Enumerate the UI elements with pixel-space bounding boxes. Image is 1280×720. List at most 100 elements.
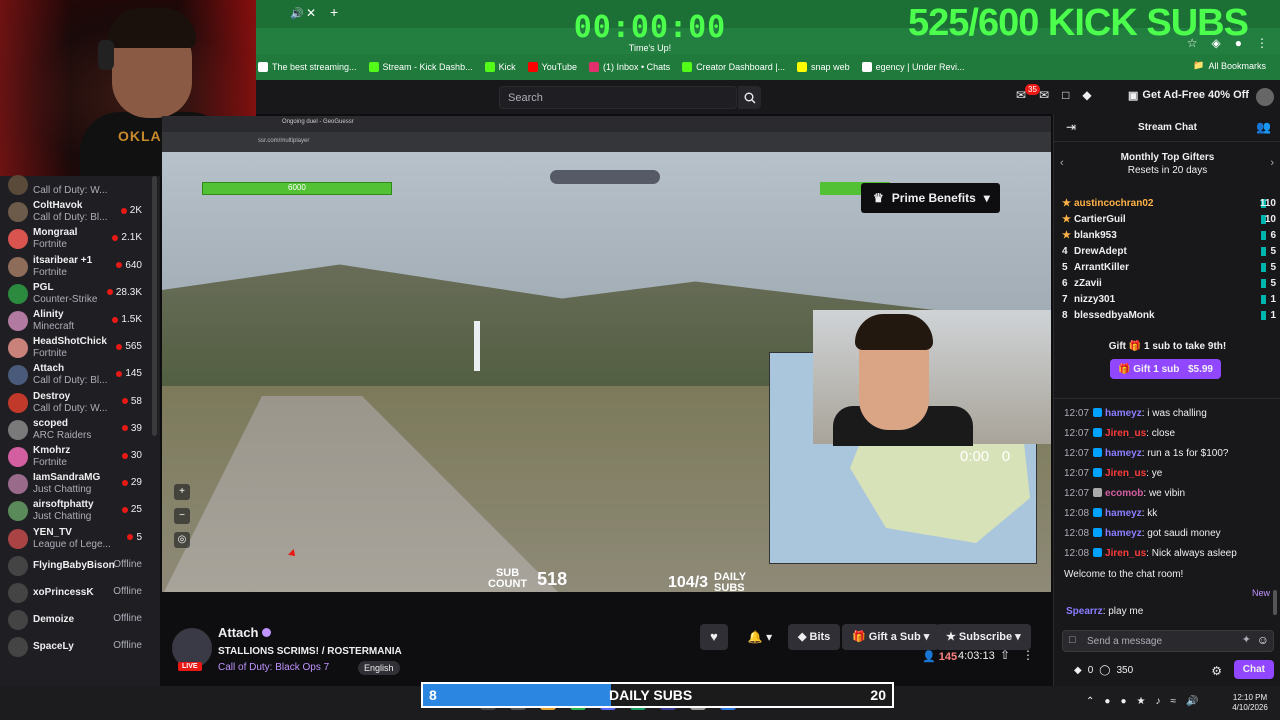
sidebar-channel[interactable]: Mongraal Fortnite 2.1K bbox=[0, 224, 160, 254]
mail-icon[interactable]: ✉ bbox=[1039, 88, 1049, 102]
gifter-row[interactable]: 4 DrewAdept 5 bbox=[1062, 244, 1276, 260]
chat-username[interactable]: hameyz bbox=[1105, 408, 1142, 419]
menu-icon[interactable]: ⋮ bbox=[1256, 36, 1268, 50]
sidebar-channel[interactable]: Alinity Minecraft 1.5K bbox=[0, 306, 160, 336]
sidebar-channel[interactable]: HeadShotChick Fortnite 565 bbox=[0, 333, 160, 363]
captured-url: ssr.com/multiplayer bbox=[258, 138, 310, 144]
new-messages-marker[interactable]: New bbox=[1252, 588, 1270, 598]
channel-points[interactable]: ◆ 0 ◯ 350 bbox=[1074, 665, 1133, 676]
bookmark-3[interactable]: YouTube bbox=[527, 62, 577, 72]
gifter-row[interactable]: ★ blank953 6 bbox=[1062, 228, 1276, 244]
chat-username[interactable]: Jiren_us bbox=[1105, 548, 1146, 559]
chat-username[interactable]: ecomob bbox=[1105, 488, 1143, 499]
sidebar-channel[interactable]: airsoftphatty Just Chatting 25 bbox=[0, 496, 160, 526]
bookmark-7[interactable]: egency | Under Revi... bbox=[861, 62, 964, 72]
adfree-button[interactable]: ▣ Get Ad-Free 40% Off bbox=[1128, 89, 1249, 102]
bookmark-0[interactable]: The best streaming... bbox=[258, 62, 357, 72]
community-icon[interactable]: 👥 bbox=[1256, 120, 1271, 134]
share-icon[interactable]: ⇧ bbox=[1000, 648, 1010, 662]
subscribe-button[interactable]: ★ Subscribe ▾ bbox=[936, 624, 1031, 650]
all-bookmarks[interactable]: 📁 All Bookmarks bbox=[1193, 60, 1266, 71]
sidebar-channel[interactable]: itsaribear +1 Fortnite 640 bbox=[0, 252, 160, 282]
star-icon[interactable]: ☆ bbox=[1187, 36, 1198, 50]
sub-count-label: SUB COUNT bbox=[488, 568, 527, 590]
chat-panel: ⇥ Stream Chat 👥 ‹ Monthly Top Gifters Re… bbox=[1053, 114, 1280, 686]
tray-expand-icon[interactable]: ⌃ bbox=[1086, 696, 1094, 707]
tab-mute-icon[interactable]: 🔊 bbox=[290, 7, 304, 20]
chat-settings-icon[interactable]: ⚙ bbox=[1211, 664, 1222, 678]
tab-close-icon[interactable]: ✕ bbox=[306, 6, 316, 20]
sidebar-channel[interactable]: IamSandraMG Just Chatting 29 bbox=[0, 469, 160, 499]
bookmark-5[interactable]: Creator Dashboard |... bbox=[682, 62, 785, 72]
chat-username[interactable]: Spearrz bbox=[1066, 606, 1103, 617]
system-clock[interactable]: 12:10 PM 4/10/2026 bbox=[1226, 693, 1274, 713]
map-timer-count: 0 bbox=[1001, 448, 1011, 465]
search-input[interactable]: Search bbox=[499, 86, 737, 109]
chat-username[interactable]: hameyz bbox=[1105, 528, 1142, 539]
magic-wand-icon[interactable]: ✦ bbox=[1242, 633, 1251, 646]
chat-username[interactable]: Jiren_us bbox=[1105, 428, 1146, 439]
sidebar-channel[interactable]: xoPrincessK Offline bbox=[0, 578, 160, 608]
follow-heart-icon[interactable]: ♥ bbox=[700, 624, 728, 650]
chat-input[interactable]: □ Send a message ✦ ☺ bbox=[1062, 630, 1274, 652]
offline-status: Offline bbox=[113, 640, 142, 651]
gifter-row[interactable]: ★ CartierGuil 10 bbox=[1062, 212, 1276, 228]
bookmark-6[interactable]: snap web bbox=[797, 62, 850, 72]
sidebar-channel[interactable]: ColtHavok Call of Duty: Bl... 2K bbox=[0, 197, 160, 227]
bits-icon[interactable]: ◆ bbox=[1082, 88, 1091, 102]
gift-one-sub-button[interactable]: 🎁 Gift 1 sub $5.99 bbox=[1110, 359, 1221, 379]
search-button[interactable] bbox=[738, 86, 761, 109]
sidebar-channel[interactable]: PGL Counter-Strike 28.3K bbox=[0, 279, 160, 309]
tray-app-icon[interactable]: ● bbox=[1120, 696, 1126, 707]
gift-price: $5.99 bbox=[1187, 363, 1213, 375]
notifications-bell-icon[interactable]: 🔔 ▾ bbox=[740, 624, 780, 650]
gift-sub-button[interactable]: 🎁 Gift a Sub ▾ bbox=[842, 624, 940, 650]
channel-avatar bbox=[8, 365, 28, 386]
mic-icon[interactable]: ♪ bbox=[1155, 696, 1160, 707]
bookmark-4[interactable]: (1) Inbox • Chats bbox=[588, 62, 670, 72]
sidebar-channel[interactable]: scoped ARC Raiders 39 bbox=[0, 415, 160, 445]
sidebar-scrollbar[interactable] bbox=[152, 176, 157, 436]
sidebar-channel[interactable]: Demoize Offline bbox=[0, 605, 160, 635]
extension-icon[interactable]: ◈ bbox=[1212, 36, 1221, 50]
chat-username[interactable]: hameyz bbox=[1105, 448, 1142, 459]
gifter-row[interactable]: ★ austincochran02 110 bbox=[1062, 196, 1276, 212]
prime-benefits-button[interactable]: ♛ Prime Benefits ▾ bbox=[861, 183, 1000, 213]
sidebar-channel[interactable]: Call of Duty: W... bbox=[0, 170, 160, 200]
wifi-icon[interactable]: ≈ bbox=[1170, 696, 1176, 707]
language-tag[interactable]: English bbox=[358, 661, 400, 675]
bits-button[interactable]: ◆ Bits bbox=[788, 624, 841, 650]
chat-scrollbar[interactable] bbox=[1273, 590, 1277, 615]
next-leaderboard-icon[interactable]: › bbox=[1270, 157, 1274, 169]
tray-app-icon[interactable]: ● bbox=[1104, 696, 1110, 707]
profile-icon[interactable]: ● bbox=[1235, 36, 1242, 50]
gifter-row[interactable]: 6 zZavii 5 bbox=[1062, 276, 1276, 292]
channel-name-row[interactable]: Attach bbox=[218, 625, 272, 640]
gifter-row[interactable]: 7 nizzy301 1 bbox=[1062, 292, 1276, 308]
chat-username[interactable]: hameyz bbox=[1105, 508, 1142, 519]
gifter-row[interactable]: 8 blessedbyaMonk 1 bbox=[1062, 308, 1276, 324]
leaderboard-subtitle: Resets in 20 days bbox=[1127, 165, 1208, 176]
sidebar-channel[interactable]: FlyingBabyBison Offline bbox=[0, 551, 160, 581]
sidebar-channel[interactable]: Attach Call of Duty: Bl... 145 bbox=[0, 360, 160, 390]
sidebar-channel[interactable]: Destroy Call of Duty: W... 58 bbox=[0, 388, 160, 418]
chat-send-button[interactable]: Chat bbox=[1233, 660, 1274, 679]
emote-icon[interactable]: ☺ bbox=[1257, 633, 1269, 647]
chat-bubble-icon[interactable]: □ bbox=[1062, 88, 1069, 102]
channel-info: LIVE Attach STALLIONS SCRIMS! / ROSTERMA… bbox=[160, 618, 1050, 686]
stream-category[interactable]: Call of Duty: Black Ops 7 bbox=[218, 662, 329, 673]
sidebar-channel[interactable]: YEN_TV League of Lege... 5 bbox=[0, 524, 160, 554]
bluetooth-icon[interactable]: ★ bbox=[1136, 696, 1145, 707]
chat-username[interactable]: Jiren_us bbox=[1105, 468, 1146, 479]
more-options-icon[interactable]: ⋮ bbox=[1022, 648, 1034, 662]
video-player[interactable]: Ongoing duel - GeoGuessr ssr.com/multipl… bbox=[162, 116, 1051, 592]
new-tab-icon[interactable]: + bbox=[330, 4, 338, 20]
sidebar-channel[interactable]: Kmohrz Fortnite 30 bbox=[0, 442, 160, 472]
sidebar-channel[interactable]: SpaceLy Offline bbox=[0, 632, 160, 662]
gifter-row[interactable]: 5 ArrantKiller 5 bbox=[1062, 260, 1276, 276]
sidebar-count-value: 1.5K bbox=[121, 314, 142, 325]
bookmark-1[interactable]: Stream - Kick Dashb... bbox=[368, 62, 473, 72]
volume-icon[interactable]: 🔊 bbox=[1186, 696, 1198, 707]
bookmark-2[interactable]: Kick bbox=[484, 62, 516, 72]
user-avatar[interactable] bbox=[1256, 88, 1274, 106]
